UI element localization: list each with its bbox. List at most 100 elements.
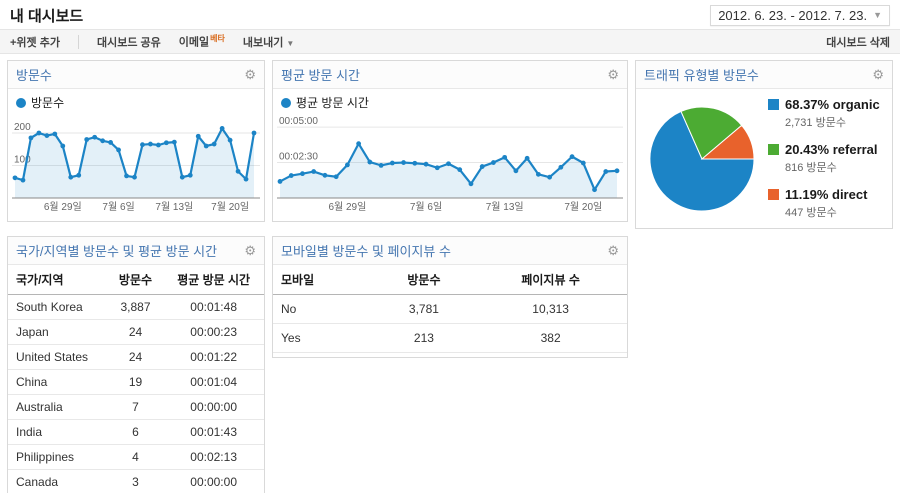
table-row: India600:01:43 (8, 420, 264, 445)
table-cell: 00:00:23 (163, 320, 264, 345)
table-row: Canada300:00:00 (8, 470, 264, 493)
widget-settings-gear-icon[interactable]: ⚙ (244, 244, 256, 257)
table-cell: 00:01:22 (163, 345, 264, 370)
column-header: 국가/지역 (8, 265, 108, 295)
table-cell: 00:00:00 (163, 470, 264, 493)
table-row: Australia700:00:00 (8, 395, 264, 420)
pie-legend-item-direct: 11.19% direct 447 방문수 (768, 187, 880, 220)
svg-text:7월 6일: 7월 6일 (410, 201, 442, 213)
widget-duration-title: 평균 방문 시간 (281, 65, 360, 84)
table-cell: 00:00:00 (163, 395, 264, 420)
legend-swatch-icon (768, 99, 779, 110)
table-cell: Japan (8, 320, 108, 345)
dashboard-grid: 방문수 ⚙ 방문수 2001006월 29일7월 6일7월 13일7월 20일 … (0, 54, 900, 493)
slice-visits: 816 방문수 (785, 159, 880, 175)
table-cell: Australia (8, 395, 108, 420)
table-cell: Philippines (8, 445, 108, 470)
pie-legend-item-referral: 20.43% referral 816 방문수 (768, 142, 880, 175)
table-cell: 3,781 (374, 295, 475, 324)
slice-percent: 20.43% (785, 142, 829, 157)
pie-legend: 68.37% organic 2,731 방문수 20.43% referral… (768, 97, 880, 220)
table-cell: 7 (108, 395, 164, 420)
widget-country-table: 국가/지역별 방문수 및 평균 방문 시간 ⚙ 국가/지역 방문수 평균 방문 … (7, 236, 265, 493)
table-cell: 4 (108, 445, 164, 470)
svg-text:7월 20일: 7월 20일 (211, 201, 249, 213)
visits-line-chart: 2001006월 29일7월 6일7월 13일7월 20일 (12, 114, 260, 214)
table-cell: 24 (108, 320, 164, 345)
svg-text:6월 29일: 6월 29일 (44, 201, 82, 213)
column-header: 평균 방문 시간 (163, 265, 264, 295)
legend-swatch-icon (768, 189, 779, 200)
column-header: 방문수 (108, 265, 164, 295)
duration-line-chart: 00:05:0000:02:306월 29일7월 6일7월 13일7월 20일 (277, 114, 623, 214)
widget-settings-gear-icon[interactable]: ⚙ (607, 68, 619, 81)
widget-visits-title: 방문수 (16, 65, 52, 84)
table-cell: United States (8, 345, 108, 370)
email-button-label: 이메일 (179, 37, 209, 49)
svg-text:7월 20일: 7월 20일 (564, 201, 602, 213)
chevron-down-icon: ▼ (286, 39, 294, 48)
svg-text:7월 13일: 7월 13일 (486, 201, 524, 213)
slice-name: organic (833, 97, 880, 112)
table-row: Philippines400:02:13 (8, 445, 264, 470)
svg-text:00:05:00: 00:05:00 (279, 116, 318, 127)
widget-settings-gear-icon[interactable]: ⚙ (872, 68, 884, 81)
table-cell: 3 (108, 470, 164, 493)
table-cell: 3,887 (108, 295, 164, 320)
svg-text:00:02:30: 00:02:30 (279, 152, 318, 163)
table-cell: Canada (8, 470, 108, 493)
column-header: 방문수 (374, 265, 475, 295)
table-cell: 00:01:04 (163, 370, 264, 395)
slice-visits: 2,731 방문수 (785, 114, 880, 130)
table-cell: South Korea (8, 295, 108, 320)
widget-settings-gear-icon[interactable]: ⚙ (244, 68, 256, 81)
legend-label: 방문수 (31, 94, 64, 111)
slice-percent: 11.19% (785, 187, 828, 202)
table-cell: 00:01:48 (163, 295, 264, 320)
date-range-text: 2012. 6. 23. - 2012. 7. 23. (718, 8, 867, 23)
widget-mobile-table: 모바일별 방문수 및 페이지뷰 수 ⚙ 모바일 방문수 페이지뷰 수 No3,7… (272, 236, 628, 358)
table-row: Yes213382 (273, 324, 627, 353)
widget-mobile-title: 모바일별 방문수 및 페이지뷰 수 (281, 241, 451, 260)
table-cell: No (273, 295, 374, 324)
table-header-row: 모바일 방문수 페이지뷰 수 (273, 265, 627, 295)
export-button[interactable]: 내보내기▼ (243, 34, 294, 50)
table-row: Japan2400:00:23 (8, 320, 264, 345)
widget-traffic-pie: 트래픽 유형별 방문수 ⚙ 68.37% organic 2,731 방문수 (635, 60, 893, 229)
duration-chart-legend: 평균 방문 시간 (273, 89, 627, 112)
table-header-row: 국가/지역 방문수 평균 방문 시간 (8, 265, 264, 295)
column-header: 페이지뷰 수 (474, 265, 627, 295)
date-range-selector[interactable]: 2012. 6. 23. - 2012. 7. 23. ▼ (710, 5, 890, 26)
table-row: No3,78110,313 (273, 295, 627, 324)
pie-legend-item-organic: 68.37% organic 2,731 방문수 (768, 97, 880, 130)
add-widget-button[interactable]: +위젯 추가 (10, 34, 60, 50)
email-button[interactable]: 이메일베타 (179, 33, 225, 50)
legend-dot-icon (281, 98, 291, 108)
chevron-down-icon: ▼ (873, 10, 882, 20)
traffic-pie-chart (646, 103, 758, 215)
delete-dashboard-button[interactable]: 대시보드 삭제 (826, 34, 890, 50)
share-dashboard-button[interactable]: 대시보드 공유 (97, 34, 161, 50)
table-cell: 00:02:13 (163, 445, 264, 470)
slice-name: referral (833, 142, 878, 157)
slice-visits: 447 방문수 (785, 204, 880, 220)
legend-swatch-icon (768, 144, 779, 155)
table-row: United States2400:01:22 (8, 345, 264, 370)
country-table: 국가/지역 방문수 평균 방문 시간 South Korea3,88700:01… (8, 265, 264, 493)
widget-settings-gear-icon[interactable]: ⚙ (607, 244, 619, 257)
mobile-table: 모바일 방문수 페이지뷰 수 No3,78110,313Yes213382 (273, 265, 627, 353)
table-cell: 00:01:43 (163, 420, 264, 445)
table-cell: 19 (108, 370, 164, 395)
column-header: 모바일 (273, 265, 374, 295)
visits-chart-legend: 방문수 (8, 89, 264, 112)
widget-avg-duration: 평균 방문 시간 ⚙ 평균 방문 시간 00:05:0000:02:306월 2… (272, 60, 628, 222)
toolbar-divider (78, 35, 79, 49)
widget-visits: 방문수 ⚙ 방문수 2001006월 29일7월 6일7월 13일7월 20일 (7, 60, 265, 222)
legend-label: 평균 방문 시간 (296, 94, 369, 111)
svg-text:200: 200 (14, 122, 31, 133)
legend-dot-icon (16, 98, 26, 108)
slice-name: direct (832, 187, 867, 202)
slice-percent: 68.37% (785, 97, 829, 112)
page-header: 내 대시보드 2012. 6. 23. - 2012. 7. 23. ▼ (0, 0, 900, 29)
export-button-label: 내보내기 (243, 37, 283, 49)
